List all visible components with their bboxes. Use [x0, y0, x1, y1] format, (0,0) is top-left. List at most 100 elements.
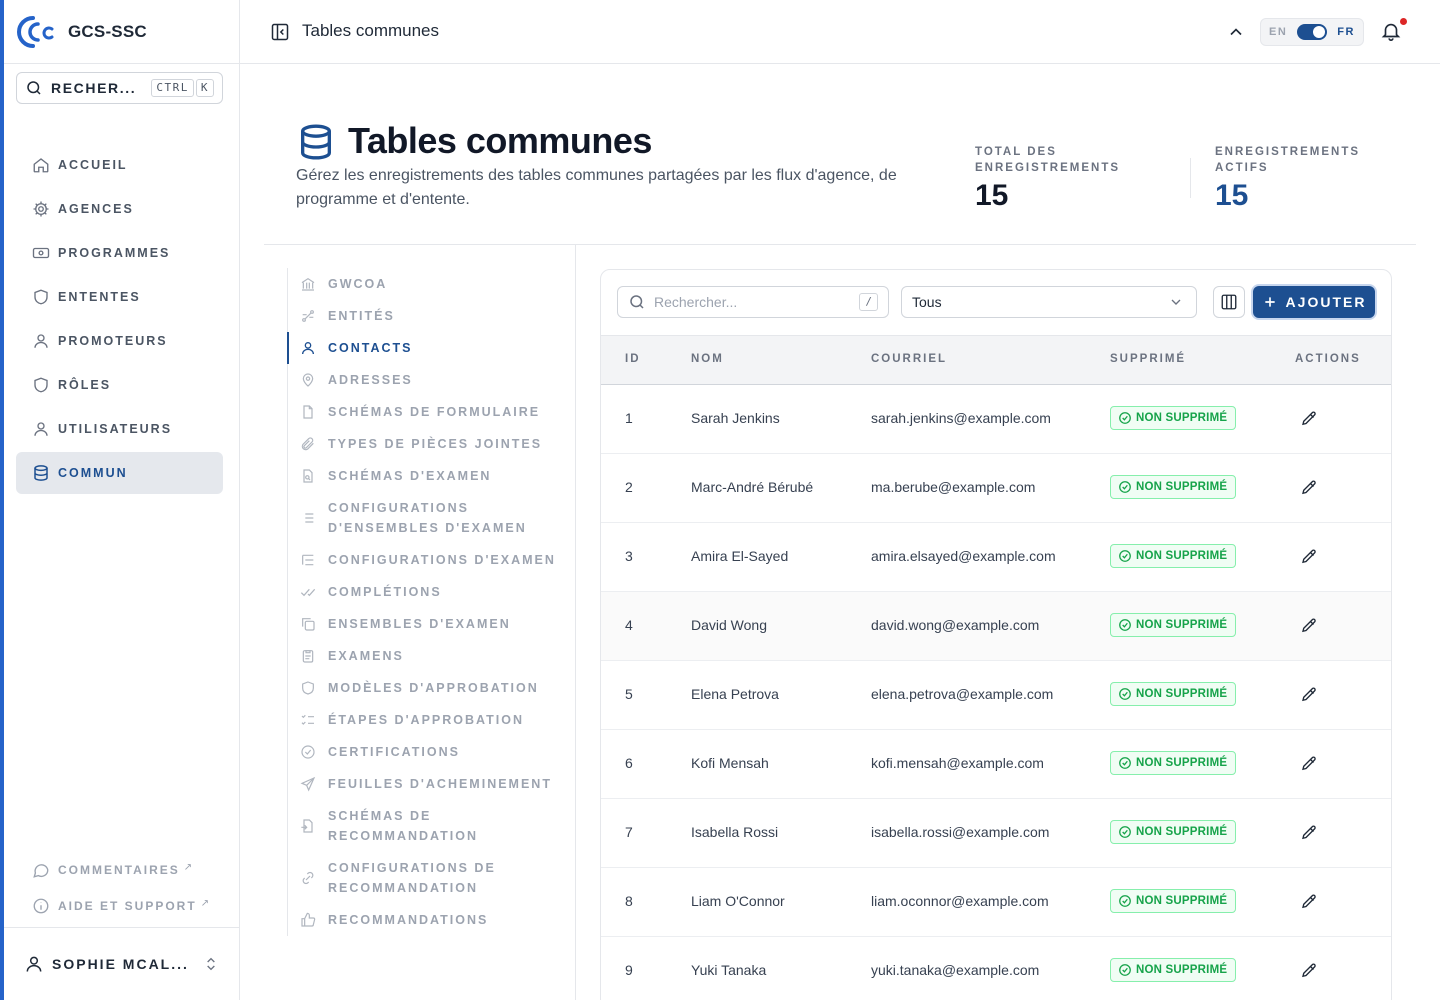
language-toggle[interactable]: EN FR [1260, 18, 1364, 46]
cell-name: Elena Petrova [691, 686, 779, 702]
add-button[interactable]: AJOUTER [1253, 286, 1375, 318]
thumbs-up-icon [301, 912, 316, 927]
lang-switch[interactable] [1297, 24, 1328, 40]
status-filter-select[interactable]: Tous [901, 286, 1197, 318]
table-row[interactable]: 2 Marc-André Bérubé ma.berube@example.com N… [601, 454, 1391, 523]
subnav-item-recommendation-configs[interactable]: CONFIGURATIONS DE RECOMMANDATION [288, 852, 575, 904]
home-icon [33, 158, 49, 173]
columns-icon [1221, 294, 1237, 310]
user-menu[interactable]: SOPHIE MCAL... [24, 948, 219, 980]
help-link[interactable]: AIDE ET SUPPORT ↗ [32, 888, 209, 924]
subnav-item-recommendation-schemas[interactable]: SCHÉMAS DE RECOMMANDATION [288, 800, 575, 852]
chevron-up-icon[interactable] [1226, 22, 1246, 42]
subnav-item-approval-models[interactable]: MODÈLES D'APPROBATION [288, 672, 575, 704]
table-row[interactable]: 5 Elena Petrova elena.petrova@example.com N… [601, 661, 1391, 730]
columns-button[interactable] [1213, 286, 1245, 318]
table-row[interactable]: 4 David Wong david.wong@example.com NON SUP… [601, 592, 1391, 661]
check-circle-icon [1119, 964, 1131, 976]
edit-icon[interactable] [1300, 410, 1318, 428]
search-input[interactable] [654, 294, 852, 310]
cell-name: Marc-André Bérubé [691, 479, 814, 495]
table-row[interactable]: 3 Amira El-Sayed amira.elsayed@example.com… [601, 523, 1391, 592]
column-header-supprime[interactable]: SUPPRIMÉ [1110, 353, 1186, 365]
table-header: ID NOM COURRIEL SUPPRIMÉ ACTIONS [601, 335, 1391, 385]
cell-email: sarah.jenkins@example.com [871, 410, 1051, 426]
status-text: NON SUPPRIMÉ [1136, 826, 1228, 838]
subnav-item-contacts[interactable]: CONTACTS [287, 332, 575, 364]
gcs-logo-icon [17, 16, 54, 48]
subnav-item-entites[interactable]: ENTITÉS [288, 300, 575, 332]
edit-icon[interactable] [1300, 893, 1318, 911]
subnav-item-exam-schemas[interactable]: SCHÉMAS D'EXAMEN [288, 460, 575, 492]
table-row[interactable]: 1 Sarah Jenkins sarah.jenkins@example.com N… [601, 385, 1391, 454]
clipboard-icon [302, 650, 314, 663]
status-text: NON SUPPRIMÉ [1136, 688, 1228, 700]
nav-item-ententes[interactable]: ENTENTES [16, 276, 223, 318]
nav-item-accueil[interactable]: ACCUEIL [16, 144, 223, 186]
brand[interactable]: GCS-SSC [16, 14, 147, 50]
cell-email: yuki.tanaka@example.com [871, 962, 1040, 978]
notifications-button[interactable] [1380, 18, 1407, 47]
status-text: NON SUPPRIMÉ [1136, 412, 1228, 424]
global-search[interactable]: RECHER... CTRL K [16, 72, 223, 104]
nav-item-utilisateurs[interactable]: UTILISATEURS [16, 408, 223, 450]
nav-item-promoteurs[interactable]: PROMOTEURS [16, 320, 223, 362]
divider [4, 63, 239, 64]
nav-item-programmes[interactable]: PROGRAMMES [16, 232, 223, 274]
nav-item-commun[interactable]: COMMUN [16, 452, 223, 494]
subnav-item-routing-sheets[interactable]: FEUILLES D'ACHEMINEMENT [288, 768, 575, 800]
subnav-label: ENSEMBLES D'EXAMEN [328, 617, 511, 631]
network-icon [302, 310, 314, 322]
sidebar-toggle-icon[interactable] [270, 21, 290, 43]
subnav-item-form-schemas[interactable]: SCHÉMAS DE FORMULAIRE [288, 396, 575, 428]
check-circle-icon [1119, 619, 1131, 631]
table-row[interactable]: 9 Yuki Tanaka yuki.tanaka@example.com NON S… [601, 937, 1391, 1000]
check-circle-icon [1119, 757, 1131, 769]
edit-icon[interactable] [1300, 686, 1318, 704]
edit-icon[interactable] [1300, 617, 1318, 635]
subnav-item-gwcoa[interactable]: GWCOA [288, 268, 575, 300]
table-search[interactable]: / [617, 286, 889, 318]
edit-icon[interactable] [1300, 962, 1318, 980]
status-text: NON SUPPRIMÉ [1136, 619, 1228, 631]
cell-id: 5 [625, 686, 633, 702]
cell-email: isabella.rossi@example.com [871, 824, 1050, 840]
subnav-item-approval-steps[interactable]: ÉTAPES D'APPROBATION [288, 704, 575, 736]
check-circle-icon [1119, 688, 1131, 700]
user-icon [26, 956, 42, 972]
user-icon [34, 334, 48, 348]
edit-icon[interactable] [1300, 824, 1318, 842]
search-icon [630, 295, 644, 309]
main-nav: ACCUEIL AGENCES PROGRAMMES ENTENTES PROM… [16, 144, 223, 496]
feedback-link[interactable]: COMMENTAIRES ↗ [32, 852, 209, 888]
subnav-item-certifications[interactable]: CERTIFICATIONS [288, 736, 575, 768]
subnav-label: ENTITÉS [328, 309, 395, 323]
status-badge: NON SUPPRIMÉ [1110, 544, 1237, 568]
nav-item-agences[interactable]: AGENCES [16, 188, 223, 230]
status-badge: NON SUPPRIMÉ [1110, 889, 1237, 913]
subnav-item-attachment-types[interactable]: TYPES DE PIÈCES JOINTES [288, 428, 575, 460]
table-row[interactable]: 6 Kofi Mensah kofi.mensah@example.com NON S… [601, 730, 1391, 799]
subnav-label: ADRESSES [328, 373, 413, 387]
edit-icon[interactable] [1300, 479, 1318, 497]
subnav-item-examens[interactable]: EXAMENS [288, 640, 575, 672]
edit-icon[interactable] [1300, 755, 1318, 773]
shield-icon [34, 377, 48, 393]
column-header-courriel[interactable]: COURRIEL [871, 353, 947, 365]
subnav-item-completions[interactable]: COMPLÉTIONS [288, 576, 575, 608]
column-header-nom[interactable]: NOM [691, 353, 724, 365]
cell-name: Liam O'Connor [691, 893, 785, 909]
column-header-id[interactable]: ID [625, 353, 641, 365]
subnav-item-exam-set-configs[interactable]: CONFIGURATIONS D'ENSEMBLES D'EXAMEN [288, 492, 575, 544]
edit-icon[interactable] [1300, 548, 1318, 566]
app-sidebar: GCS-SSC RECHER... CTRL K ACCUEIL AGENCES… [0, 0, 240, 1000]
subnav-label: GWCOA [328, 277, 388, 291]
table-row[interactable]: 7 Isabella Rossi isabella.rossi@example.co… [601, 799, 1391, 868]
subnav-item-exam-sets[interactable]: ENSEMBLES D'EXAMEN [288, 608, 575, 640]
subnav-item-exam-configs[interactable]: CONFIGURATIONS D'EXAMEN [288, 544, 575, 576]
nav-item-roles[interactable]: RÔLES [16, 364, 223, 406]
table-row[interactable]: 8 Liam O'Connor liam.oconnor@example.com NO… [601, 868, 1391, 937]
cell-name: David Wong [691, 617, 768, 633]
subnav-item-recommendations[interactable]: RECOMMANDATIONS [288, 904, 575, 936]
subnav-item-adresses[interactable]: ADRESSES [288, 364, 575, 396]
